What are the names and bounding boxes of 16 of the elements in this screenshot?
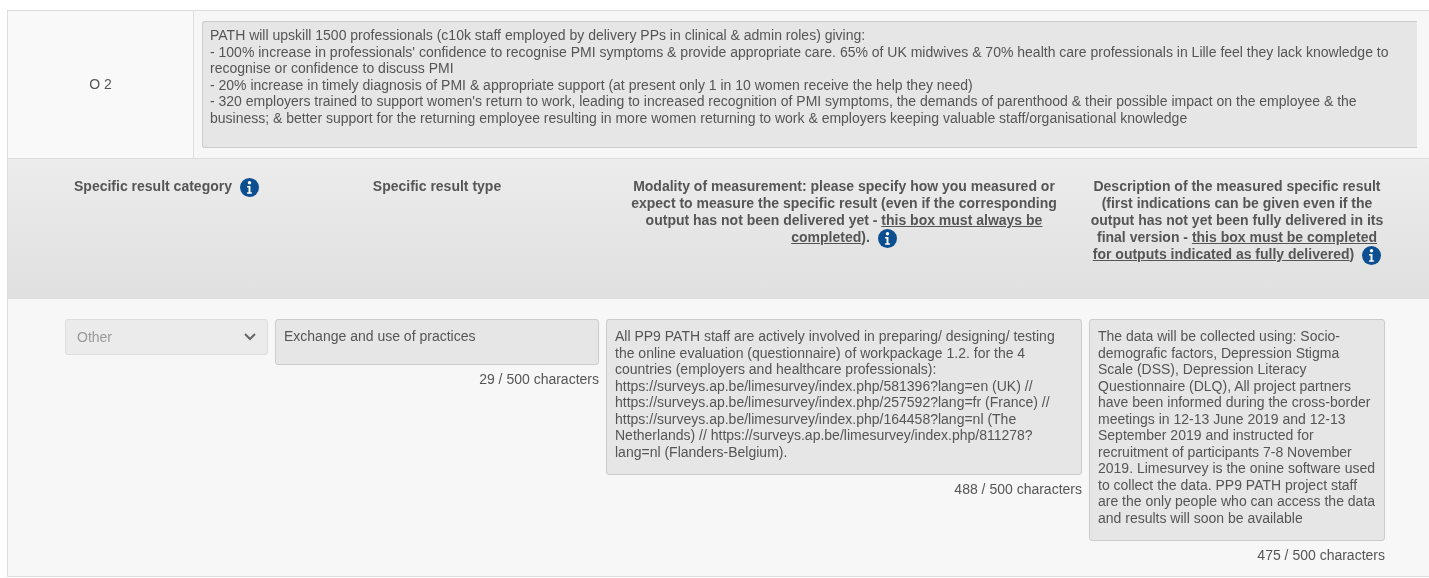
- info-icon[interactable]: [239, 178, 259, 197]
- info-icon[interactable]: [1362, 246, 1382, 265]
- column-header: Modality of measurement: please specify how you measured or expect to measure the specific result (even if the corresponding output has not been delivered yet - this box must always be completed).: [630, 178, 1058, 248]
- objective-code: O 2: [89, 75, 112, 94]
- character-counter: 488 / 500 characters: [954, 480, 1082, 499]
- character-counter: 475 / 500 characters: [1257, 546, 1385, 565]
- column-header: Description of the measured specific result (first indications can be given even if the output has not yet been fully delivered in its final version - this box must be completed for outputs indicated as fully delivered): [1089, 178, 1385, 265]
- info-icon[interactable]: [877, 229, 897, 248]
- text-area-field[interactable]: The data will be collected using: Socio-demografic factors, Depression Stigma Scale (DSS), Depression Literacy Questionnaire (DLQ), All project partners have been informed during the cross-border meetings in 12-13 June 2019 and 12-13 September 2019 and instructed for recruitment of participants 7-8 November 2019. Limesurvey is the onine software used to collect the data. PP9 PATH project staff are the only people who can access the data and results will soon be available: [1089, 319, 1385, 541]
- column-header: Specific result type: [371, 178, 503, 195]
- character-counter: 29 / 500 characters: [479, 370, 599, 389]
- text-area-field[interactable]: All PP9 PATH staff are actively involved in preparing/ designing/ testing the online evaluation (questionnaire) of workpackage 1.2. for the 4 countries (employers and healthcare professionals): https://surveys.ap.be/limesurvey/index.php/581396?lang=en (UK) // https://surveys.ap.be/limesurvey/index.php/257592?lang=fr (France) // https://surveys.ap.be/limesurvey/index.php/164458?lang=nl (The Netherlands) // https://surveys.ap.be/limesurvey/index.php/811278?lang=nl (Flanders-Belgium).: [606, 319, 1082, 475]
- objective-description-field[interactable]: PATH will upskill 1500 professionals (c10k staff employed by delivery PPs in clinical & admin roles) giving: - 100% increase in professionals' confidence to recognise PMI symptoms & provide appropriate care. 65% of UK midwives & 70% health care professionals in Lille feel they lack knowledge to recognise or confidence to discuss PMI - 20% increase in timely diagnosis of PMI & appropriate support (at present only 1 in 10 women receive the help they need) - 320 employers trained to support women's return to work, leading to increased recognition of PMI symptoms, the demands of parenthood & their possible impact on the employee & the business; & better support for the returning employee resulting in more women returning to work & employers keeping valuable staff/organisational knowledge: [202, 21, 1417, 148]
- text-area-field[interactable]: Exchange and use of practices: [275, 319, 599, 365]
- chevron-down-icon: [244, 333, 256, 341]
- column-header: Specific result category: [66, 178, 267, 197]
